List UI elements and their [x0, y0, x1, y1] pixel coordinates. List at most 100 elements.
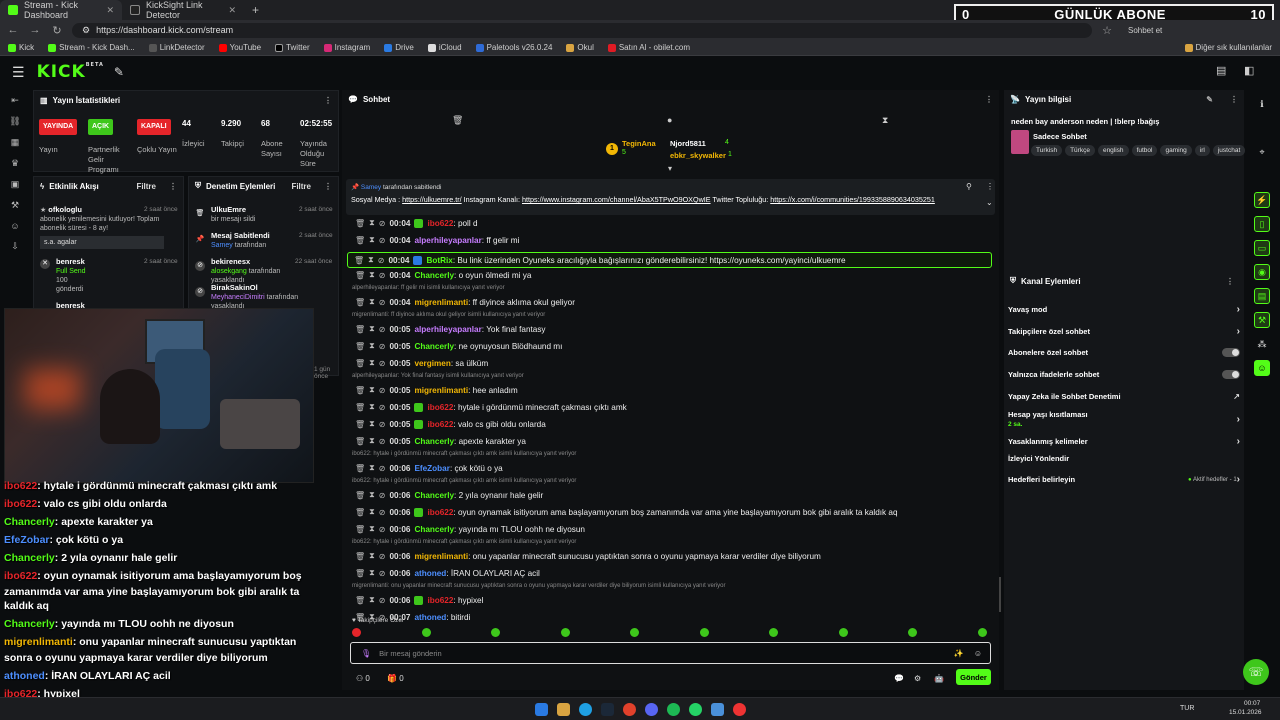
app-icon[interactable]: [711, 703, 724, 716]
ban-icon[interactable]: ⊘: [379, 569, 386, 578]
phone-icon[interactable]: ▯: [1254, 216, 1270, 232]
leader-name[interactable]: Njord5811: [670, 139, 706, 148]
chat-message[interactable]: 🗑 ⧗ ⊘ 00:06 ibo622: hypixel: [355, 595, 483, 605]
hourglass-icon[interactable]: ⧗: [882, 115, 888, 126]
ban-icon[interactable]: ⊘: [379, 437, 386, 446]
channel-action-item[interactable]: Yalnızca ifadelerle sohbet: [1008, 370, 1240, 379]
message-input[interactable]: 🎙 Bir mesaj gönderin ✨ ☺: [350, 642, 991, 664]
chat-message[interactable]: 🗑 ⧗ ⊘ 00:05 migrenlimanti: hee anladım: [355, 385, 518, 395]
channel-action-item[interactable]: Yasaklanmış kelimeler ›: [1008, 436, 1240, 447]
stream-tag[interactable]: Turkish: [1031, 145, 1063, 156]
delete-message-icon[interactable]: 🗑: [355, 491, 365, 500]
clock-date[interactable]: 15.01.2026: [1229, 709, 1262, 716]
ban-icon[interactable]: ⊘: [379, 596, 386, 605]
users-icon[interactable]: ☺: [1254, 360, 1270, 376]
stream-category[interactable]: Sadece Sohbet: [1033, 132, 1087, 141]
reply-context[interactable]: migrenlimanti: onu yapanlar minecraft su…: [352, 583, 726, 589]
delete-message-icon[interactable]: 🗑: [355, 420, 365, 429]
reload-icon[interactable]: ↻: [50, 24, 64, 37]
tab-kicksight[interactable]: KickSight Link Detector ✕: [122, 0, 244, 20]
message-user[interactable]: ibo622: [427, 508, 453, 517]
support-chat-button[interactable]: ☏: [1243, 659, 1269, 685]
toggle-switch[interactable]: [1222, 370, 1240, 379]
channel-action-item[interactable]: Yavaş mod ›: [1008, 304, 1240, 315]
bookmark-item[interactable]: YouTube: [218, 43, 261, 52]
back-icon[interactable]: ←: [6, 24, 20, 36]
message-user[interactable]: Chancerly: [414, 525, 454, 534]
chat-message[interactable]: 🗑 ⧗ ⊘ 00:06 EfeZobar: çok kötü o ya: [355, 463, 503, 473]
leader-name[interactable]: ebkr_skywalker: [670, 151, 726, 160]
timeout-icon[interactable]: ⧗: [369, 463, 375, 473]
steam-icon[interactable]: [601, 703, 614, 716]
chat-scrollbar[interactable]: [999, 577, 1001, 612]
bookmark-item[interactable]: Okul: [566, 43, 594, 52]
activity-item[interactable]: benresk Full Send 100 gönderdi: [56, 257, 136, 294]
chat-message[interactable]: 🗑 ⧗ ⊘ 00:05 Chancerly: apexte karakter ya: [355, 436, 526, 446]
chat-message[interactable]: 🗑 ⧗ ⊘ 00:04 migrenlimanti: ff diyince aklıma…: [355, 297, 575, 307]
timeout-icon[interactable]: ⧗: [369, 385, 375, 395]
bookmark-item[interactable]: Twitter: [275, 43, 310, 52]
channel-action-item[interactable]: Takipçilere özel sohbet ›: [1008, 326, 1240, 337]
users-icon[interactable]: ☺: [10, 221, 19, 231]
delete-message-icon[interactable]: 🗑: [355, 508, 365, 517]
delete-message-icon[interactable]: 🗑: [355, 271, 365, 280]
bookmark-item[interactable]: Drive: [384, 43, 414, 52]
kick-logo[interactable]: KICKBETA: [37, 62, 104, 82]
delete-message-icon[interactable]: 🗑: [355, 552, 365, 561]
moderation-item[interactable]: BirakSakinOl MeyhaneciDimitri tarafından…: [211, 283, 331, 311]
emote-icon[interactable]: [908, 628, 917, 637]
reply-context[interactable]: ibo622: hytale i gördünmü minecraft çakm…: [352, 478, 576, 484]
channel-action-item[interactable]: İzleyici Yönlendir: [1008, 454, 1240, 463]
timeout-icon[interactable]: ⧗: [368, 255, 374, 265]
download-icon[interactable]: ⇩: [11, 241, 19, 252]
channel-action-item[interactable]: Hedefleri belirleyin ● Aktif hedefler - 1…: [1008, 474, 1240, 485]
timeout-icon[interactable]: ⧗: [369, 551, 375, 561]
chat-message[interactable]: 🗑 ⧗ ⊘ 00:05 alperhileyapanlar: Yok final fan…: [355, 324, 546, 334]
message-user[interactable]: alperhileyapanlar: [414, 236, 481, 245]
ban-icon[interactable]: ⊘: [379, 508, 386, 517]
mic-icon[interactable]: 🎙: [361, 649, 371, 658]
moderation-item[interactable]: bekirenesx alosekgang tarafından yasakla…: [211, 257, 301, 285]
link-icon[interactable]: ⛓: [9, 116, 20, 127]
toggle-switch[interactable]: [1222, 348, 1240, 357]
wrench-icon[interactable]: ⚒: [11, 200, 19, 211]
ban-icon[interactable]: ⊘: [378, 256, 385, 265]
chat-message[interactable]: 🗑 ⧗ ⊘ 00:05 ibo622: hytale i gördünmü minecr…: [355, 402, 627, 412]
chat-message[interactable]: 🗑 ⧗ ⊘ 00:05 vergimen: sa ülküm: [355, 358, 488, 368]
windows-start-icon[interactable]: [535, 703, 548, 716]
bookmark-item[interactable]: Paletools v26.0.24: [475, 43, 552, 52]
new-tab-button[interactable]: +: [244, 3, 267, 17]
timeout-icon[interactable]: ⧗: [369, 568, 375, 578]
unpin-icon[interactable]: ⚲: [966, 182, 972, 191]
delete-message-icon[interactable]: 🗑: [355, 569, 365, 578]
opera-icon[interactable]: [623, 703, 636, 716]
message-user[interactable]: EfeZobar: [414, 464, 450, 473]
bookmark-item[interactable]: iCloud: [427, 43, 462, 52]
more-icon[interactable]: ⋮: [1226, 277, 1234, 286]
edit-icon[interactable]: ✎: [1206, 95, 1213, 104]
broadcast-icon[interactable]: ◉: [1254, 264, 1270, 280]
chat-message[interactable]: 🗑 ⧗ ⊘ 00:06 Chancerly: 2 yıla oynanır hale g…: [355, 490, 543, 500]
channel-action-item[interactable]: Abonelere özel sohbet: [1008, 348, 1240, 357]
timeout-icon[interactable]: ⧗: [369, 341, 375, 351]
ban-icon[interactable]: ⊘: [379, 219, 386, 228]
stream-tag[interactable]: futbol: [1131, 145, 1158, 156]
ban-icon[interactable]: ⊘: [379, 298, 386, 307]
target-icon[interactable]: ⌖: [1254, 144, 1270, 160]
filter-button[interactable]: Filtre: [291, 182, 311, 191]
chat-message[interactable]: 🗑 ⧗ ⊘ 00:04 BotRix: Bu link üzerinden Oyunek…: [347, 252, 992, 268]
ban-icon[interactable]: ⊘: [379, 552, 386, 561]
delete-message-icon[interactable]: 🗑: [354, 256, 364, 265]
clock-time[interactable]: 00:07: [1244, 700, 1260, 707]
message-user[interactable]: ibo622: [427, 596, 453, 605]
timeout-icon[interactable]: ⧗: [369, 507, 375, 517]
chat-message[interactable]: 🗑 ⧗ ⊘ 00:06 athoned: İRAN OLAYLARI AÇ acil: [355, 568, 540, 578]
points-icon[interactable]: ⚇ 0: [356, 674, 370, 683]
message-user[interactable]: Chancerly: [414, 342, 454, 351]
language-indicator[interactable]: TUR: [1180, 705, 1194, 712]
close-icon[interactable]: ✕: [106, 5, 114, 16]
layout-icon[interactable]: ▤: [1254, 288, 1270, 304]
emote-icon[interactable]: [421, 628, 431, 637]
timeout-icon[interactable]: ⧗: [369, 218, 375, 228]
layout-icon[interactable]: ▤: [1216, 64, 1226, 77]
